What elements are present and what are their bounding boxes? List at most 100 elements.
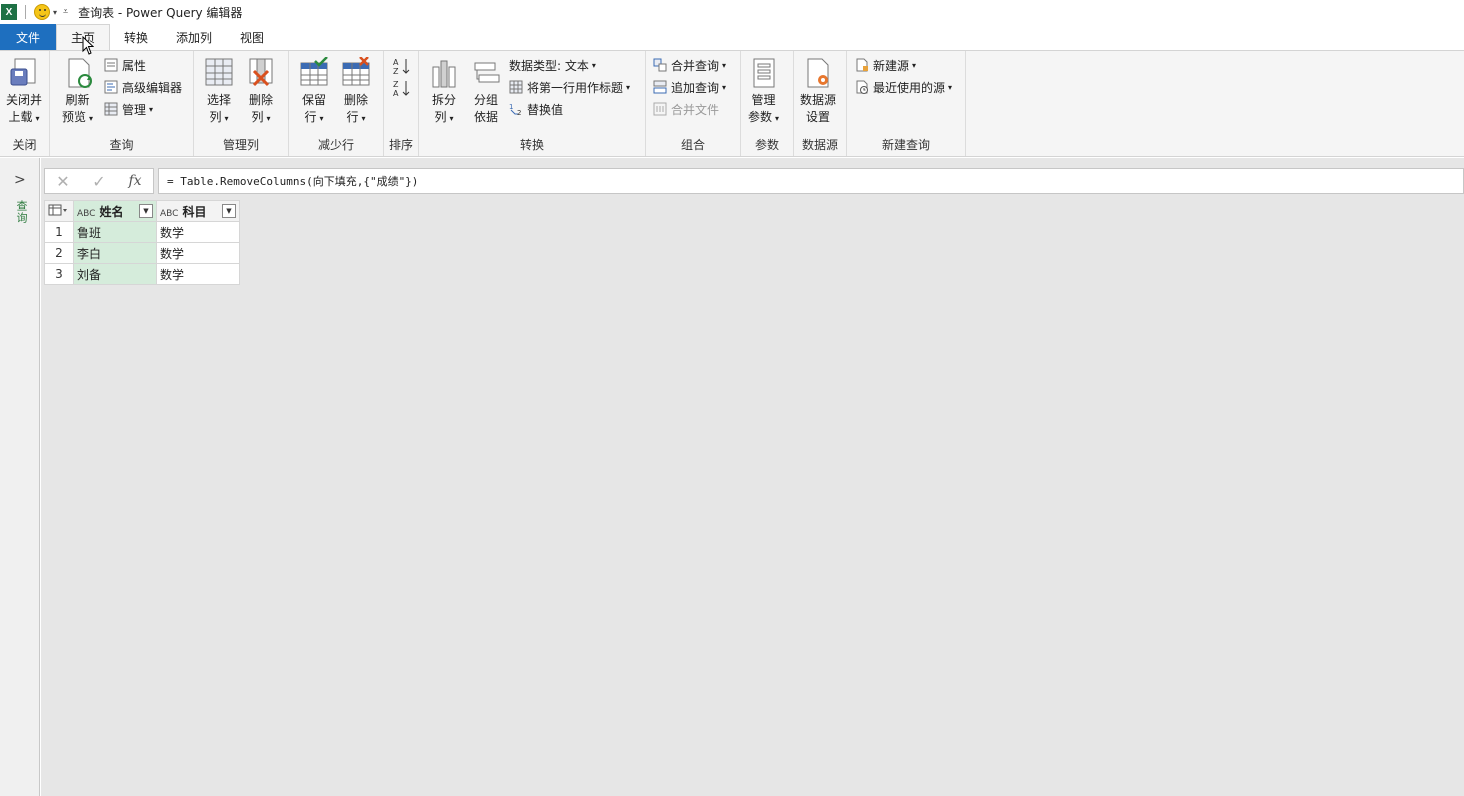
append-queries-button[interactable]: 追加查询 ▾ [653, 77, 726, 97]
group-by-button[interactable]: 分组 依据 [471, 57, 501, 126]
properties-button[interactable]: 属性 [104, 55, 146, 75]
recent-sources-label: 最近使用的源 [873, 80, 946, 95]
remove-rows-button[interactable]: 删除 行 ▾ [341, 57, 371, 127]
sort-descending-icon[interactable]: Z A [393, 79, 411, 97]
new-source-icon [856, 58, 868, 72]
refresh-label-1: 刷新 [65, 93, 90, 107]
manage-parameters-button[interactable]: 管理 参数 ▾ [748, 57, 779, 127]
queries-pane-collapsed: > 查询 [0, 158, 40, 796]
table-row: 1 鲁班 数学 [44, 221, 240, 243]
keep-rows-button[interactable]: 保留 行 ▾ [299, 57, 329, 127]
merge-queries-button[interactable]: 合并查询 ▾ [653, 55, 726, 75]
formula-bar[interactable]: = Table.RemoveColumns(向下填充,{"成绩"}) [158, 168, 1464, 194]
group-label-transform: 转换 [519, 138, 544, 152]
recent-sources-button[interactable]: 最近使用的源 ▾ [855, 77, 952, 97]
commit-formula-icon[interactable]: ✓ [81, 172, 117, 191]
text-type-icon[interactable]: ABC [77, 209, 95, 219]
data-source-settings-button[interactable]: 数据源 设置 [800, 57, 836, 126]
column-header-name[interactable]: ABC 姓名 ▼ [73, 200, 157, 222]
group-by-icon [474, 62, 500, 83]
table-cell[interactable]: 数学 [156, 242, 240, 264]
window-title: 查询表 - Power Query 编辑器 [78, 5, 243, 20]
column-header-label: 科目 [182, 204, 207, 219]
quick-access-customize-icon[interactable]: ⩡ [63, 7, 68, 17]
title-bar: X ▾ ⩡ 查询表 - Power Query 编辑器 [0, 0, 1464, 24]
keep-rows-label-1: 保留 [301, 93, 326, 107]
close-load-label-1: 关闭并 [6, 93, 43, 107]
table-header-row: ABC 姓名 ▼ ABC 科目 ▼ [44, 200, 240, 222]
combine-files-button[interactable]: 合并文件 [653, 99, 719, 119]
sort-ascending-icon[interactable]: A Z [393, 57, 411, 75]
data-type-dropdown[interactable]: 数据类型: 文本 ▾ [509, 55, 596, 75]
table-menu-button[interactable] [44, 200, 74, 222]
close-load-label-2: 上载 ▾ [8, 110, 40, 124]
filter-dropdown-icon[interactable]: ▼ [139, 204, 153, 218]
new-source-label: 新建源 [873, 58, 910, 73]
table-row: 2 李白 数学 [44, 242, 240, 264]
svg-text:Z: Z [393, 80, 399, 89]
group-manage-columns: 选择 列 ▾ 删除 列 ▾ 管理列 [194, 51, 289, 156]
choose-columns-label-2: 列 ▾ [209, 110, 229, 124]
table-cell[interactable]: 数学 [156, 263, 240, 285]
tab-file[interactable]: 文件 [0, 24, 56, 50]
cancel-formula-icon[interactable]: ✕ [45, 172, 81, 191]
split-column-icon [432, 60, 456, 88]
close-and-load-button[interactable]: 关闭并 上载 ▾ [6, 57, 42, 127]
svg-text:A: A [393, 89, 399, 97]
tab-transform[interactable]: 转换 [110, 24, 162, 50]
remove-columns-button[interactable]: 删除 列 ▾ [246, 57, 276, 127]
recent-sources-icon [856, 80, 868, 94]
row-number[interactable]: 3 [44, 263, 74, 285]
combine-files-label: 合并文件 [671, 102, 720, 117]
remove-rows-label-2: 行 ▾ [346, 110, 366, 124]
data-source-settings-label-2: 设置 [806, 110, 831, 124]
table-cell[interactable]: 刘备 [73, 263, 157, 285]
append-queries-icon [653, 80, 667, 94]
append-queries-label: 追加查询 [671, 80, 720, 95]
filter-dropdown-icon[interactable]: ▼ [222, 204, 236, 218]
advanced-editor-button[interactable]: 高级编辑器 [104, 77, 182, 97]
data-preview-table: ABC 姓名 ▼ ABC 科目 ▼ 1 鲁班 数学 2 李白 数学 3 刘备 数… [44, 200, 240, 285]
remove-columns-icon [249, 58, 273, 87]
tab-add-column[interactable]: 添加列 [162, 24, 226, 50]
split-column-label-2: 列 ▾ [434, 110, 454, 124]
expand-queries-pane-icon[interactable]: > [14, 172, 26, 188]
group-label-combine: 组合 [680, 138, 705, 152]
combine-files-icon [653, 102, 667, 116]
table-cell[interactable]: 鲁班 [73, 221, 157, 243]
replace-values-label: 替换值 [527, 102, 564, 117]
manage-icon [104, 102, 118, 116]
table-cell[interactable]: 数学 [156, 221, 240, 243]
group-label-data-source: 数据源 [801, 138, 838, 152]
use-first-row-headers-button[interactable]: 将第一行用作标题 ▾ [509, 77, 630, 97]
svg-text:A: A [393, 58, 399, 67]
formula-controls: ✕ ✓ fx [44, 168, 154, 194]
split-column-button[interactable]: 拆分 列 ▾ [429, 57, 459, 127]
column-header-label: 姓名 [99, 204, 124, 219]
row-number[interactable]: 1 [44, 221, 74, 243]
table-menu-icon [48, 204, 67, 215]
text-type-icon[interactable]: ABC [160, 209, 178, 219]
feedback-dropdown-icon[interactable]: ▾ [53, 8, 57, 17]
group-sort: A Z Z A 排序 [384, 51, 419, 156]
feedback-smiley-icon[interactable] [34, 4, 50, 20]
choose-columns-button[interactable]: 选择 列 ▾ [204, 57, 234, 127]
main-content: ✕ ✓ fx = Table.RemoveColumns(向下填充,{"成绩"}… [41, 158, 1464, 796]
manage-parameters-label-2: 参数 ▾ [748, 110, 780, 124]
tab-view[interactable]: 视图 [226, 24, 278, 50]
insert-function-icon[interactable]: fx [117, 173, 153, 189]
replace-values-button[interactable]: 12 替换值 [509, 99, 563, 119]
close-load-icon [10, 58, 36, 86]
row-number[interactable]: 2 [44, 242, 74, 264]
column-header-subject[interactable]: ABC 科目 ▼ [156, 200, 240, 222]
table-cell[interactable]: 李白 [73, 242, 157, 264]
refresh-icon [68, 58, 92, 88]
new-source-button[interactable]: 新建源 ▾ [855, 55, 916, 75]
ribbon-tabs: 文件 主页 转换 添加列 视图 [0, 24, 1464, 50]
refresh-preview-button[interactable]: 刷新 预览 ▾ [62, 57, 93, 127]
data-source-settings-label-1: 数据源 [800, 93, 837, 107]
manage-button[interactable]: 管理 ▾ [104, 99, 153, 119]
group-new-query: 新建源 ▾ 最近使用的源 ▾ 新建查询 [847, 51, 966, 156]
remove-columns-label-1: 删除 [248, 93, 273, 107]
advanced-editor-label: 高级编辑器 [122, 80, 183, 95]
